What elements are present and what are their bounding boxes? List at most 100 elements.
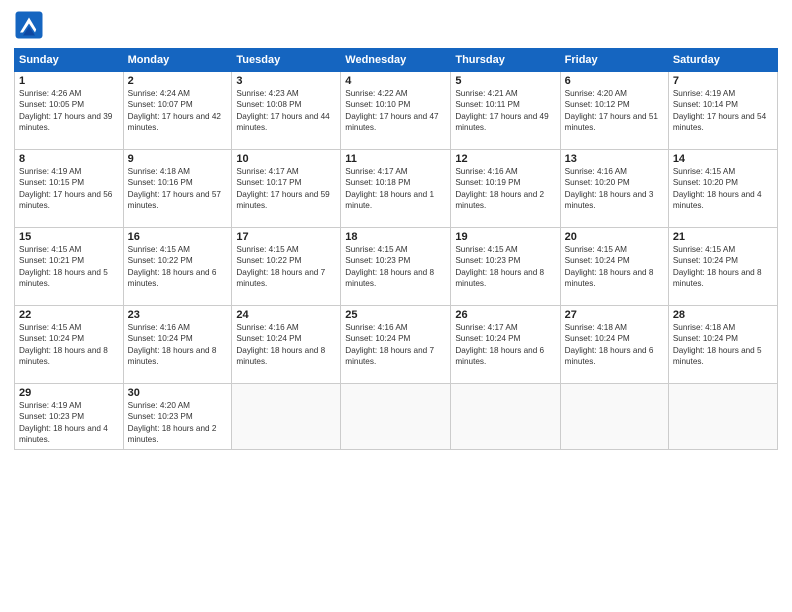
sunrise-label: Sunrise: 4:17 AM xyxy=(345,167,407,176)
sunset-label: Sunset: 10:24 PM xyxy=(236,334,301,343)
logo xyxy=(14,10,48,40)
sunset-label: Sunset: 10:18 PM xyxy=(345,178,410,187)
daylight-label: Daylight: 18 hours and 8 minutes. xyxy=(19,346,108,366)
daylight-label: Daylight: 18 hours and 8 minutes. xyxy=(128,346,217,366)
sunrise-label: Sunrise: 4:15 AM xyxy=(19,245,81,254)
day-number: 4 xyxy=(345,75,446,87)
daylight-label: Daylight: 17 hours and 49 minutes. xyxy=(455,112,548,132)
daylight-label: Daylight: 18 hours and 8 minutes. xyxy=(236,346,325,366)
calendar-cell: 27 Sunrise: 4:18 AM Sunset: 10:24 PM Day… xyxy=(560,306,668,384)
daylight-label: Daylight: 18 hours and 8 minutes. xyxy=(345,268,434,288)
calendar-cell: 22 Sunrise: 4:15 AM Sunset: 10:24 PM Day… xyxy=(15,306,124,384)
daylight-label: Daylight: 18 hours and 8 minutes. xyxy=(565,268,654,288)
calendar-week-row: 22 Sunrise: 4:15 AM Sunset: 10:24 PM Day… xyxy=(15,306,778,384)
daylight-label: Daylight: 18 hours and 2 minutes. xyxy=(455,190,544,210)
calendar-cell xyxy=(668,384,777,450)
calendar-cell: 15 Sunrise: 4:15 AM Sunset: 10:21 PM Day… xyxy=(15,228,124,306)
day-number: 16 xyxy=(128,231,228,243)
day-number: 30 xyxy=(128,387,228,399)
daylight-label: Daylight: 18 hours and 6 minutes. xyxy=(455,346,544,366)
calendar-cell xyxy=(341,384,451,450)
daylight-label: Daylight: 18 hours and 4 minutes. xyxy=(673,190,762,210)
day-info: Sunrise: 4:18 AM Sunset: 10:24 PM Daylig… xyxy=(565,322,664,368)
weekday-header: Thursday xyxy=(451,49,560,72)
calendar-cell: 23 Sunrise: 4:16 AM Sunset: 10:24 PM Day… xyxy=(123,306,232,384)
calendar-cell: 1 Sunrise: 4:26 AM Sunset: 10:05 PM Dayl… xyxy=(15,72,124,150)
calendar-cell xyxy=(451,384,560,450)
calendar-page: SundayMondayTuesdayWednesdayThursdayFrid… xyxy=(0,0,792,612)
daylight-label: Daylight: 18 hours and 4 minutes. xyxy=(19,424,108,444)
calendar-cell: 18 Sunrise: 4:15 AM Sunset: 10:23 PM Day… xyxy=(341,228,451,306)
calendar-table: SundayMondayTuesdayWednesdayThursdayFrid… xyxy=(14,48,778,450)
day-info: Sunrise: 4:19 AM Sunset: 10:15 PM Daylig… xyxy=(19,166,119,212)
calendar-cell: 10 Sunrise: 4:17 AM Sunset: 10:17 PM Day… xyxy=(232,150,341,228)
sunrise-label: Sunrise: 4:18 AM xyxy=(673,323,735,332)
day-number: 1 xyxy=(19,75,119,87)
sunrise-label: Sunrise: 4:19 AM xyxy=(19,401,81,410)
sunset-label: Sunset: 10:22 PM xyxy=(236,256,301,265)
day-info: Sunrise: 4:15 AM Sunset: 10:24 PM Daylig… xyxy=(565,244,664,290)
day-info: Sunrise: 4:16 AM Sunset: 10:24 PM Daylig… xyxy=(345,322,446,368)
daylight-label: Daylight: 17 hours and 56 minutes. xyxy=(19,190,112,210)
calendar-cell: 17 Sunrise: 4:15 AM Sunset: 10:22 PM Day… xyxy=(232,228,341,306)
sunset-label: Sunset: 10:07 PM xyxy=(128,100,193,109)
day-number: 17 xyxy=(236,231,336,243)
weekday-header: Monday xyxy=(123,49,232,72)
sunset-label: Sunset: 10:23 PM xyxy=(345,256,410,265)
sunset-label: Sunset: 10:23 PM xyxy=(19,412,84,421)
day-number: 15 xyxy=(19,231,119,243)
day-number: 14 xyxy=(673,153,773,165)
day-info: Sunrise: 4:17 AM Sunset: 10:24 PM Daylig… xyxy=(455,322,555,368)
sunrise-label: Sunrise: 4:18 AM xyxy=(128,167,190,176)
daylight-label: Daylight: 18 hours and 5 minutes. xyxy=(673,346,762,366)
sunrise-label: Sunrise: 4:23 AM xyxy=(236,89,298,98)
day-number: 3 xyxy=(236,75,336,87)
daylight-label: Daylight: 17 hours and 57 minutes. xyxy=(128,190,221,210)
sunrise-label: Sunrise: 4:16 AM xyxy=(345,323,407,332)
sunrise-label: Sunrise: 4:16 AM xyxy=(128,323,190,332)
sunset-label: Sunset: 10:24 PM xyxy=(673,256,738,265)
day-info: Sunrise: 4:22 AM Sunset: 10:10 PM Daylig… xyxy=(345,88,446,134)
sunrise-label: Sunrise: 4:15 AM xyxy=(565,245,627,254)
sunset-label: Sunset: 10:19 PM xyxy=(455,178,520,187)
calendar-cell: 14 Sunrise: 4:15 AM Sunset: 10:20 PM Day… xyxy=(668,150,777,228)
daylight-label: Daylight: 17 hours and 44 minutes. xyxy=(236,112,329,132)
day-info: Sunrise: 4:23 AM Sunset: 10:08 PM Daylig… xyxy=(236,88,336,134)
sunset-label: Sunset: 10:16 PM xyxy=(128,178,193,187)
sunset-label: Sunset: 10:24 PM xyxy=(19,334,84,343)
day-info: Sunrise: 4:15 AM Sunset: 10:22 PM Daylig… xyxy=(128,244,228,290)
calendar-cell xyxy=(560,384,668,450)
sunset-label: Sunset: 10:12 PM xyxy=(565,100,630,109)
daylight-label: Daylight: 18 hours and 6 minutes. xyxy=(128,268,217,288)
calendar-cell: 29 Sunrise: 4:19 AM Sunset: 10:23 PM Day… xyxy=(15,384,124,450)
day-info: Sunrise: 4:15 AM Sunset: 10:24 PM Daylig… xyxy=(19,322,119,368)
sunrise-label: Sunrise: 4:15 AM xyxy=(128,245,190,254)
calendar-cell: 25 Sunrise: 4:16 AM Sunset: 10:24 PM Day… xyxy=(341,306,451,384)
calendar-cell: 26 Sunrise: 4:17 AM Sunset: 10:24 PM Day… xyxy=(451,306,560,384)
sunset-label: Sunset: 10:24 PM xyxy=(565,334,630,343)
day-info: Sunrise: 4:20 AM Sunset: 10:12 PM Daylig… xyxy=(565,88,664,134)
day-info: Sunrise: 4:16 AM Sunset: 10:24 PM Daylig… xyxy=(128,322,228,368)
day-info: Sunrise: 4:16 AM Sunset: 10:24 PM Daylig… xyxy=(236,322,336,368)
day-number: 11 xyxy=(345,153,446,165)
logo-icon xyxy=(14,10,44,40)
sunset-label: Sunset: 10:24 PM xyxy=(455,334,520,343)
calendar-cell: 13 Sunrise: 4:16 AM Sunset: 10:20 PM Day… xyxy=(560,150,668,228)
calendar-cell: 5 Sunrise: 4:21 AM Sunset: 10:11 PM Dayl… xyxy=(451,72,560,150)
daylight-label: Daylight: 17 hours and 39 minutes. xyxy=(19,112,112,132)
calendar-cell: 9 Sunrise: 4:18 AM Sunset: 10:16 PM Dayl… xyxy=(123,150,232,228)
daylight-label: Daylight: 18 hours and 6 minutes. xyxy=(565,346,654,366)
calendar-week-row: 1 Sunrise: 4:26 AM Sunset: 10:05 PM Dayl… xyxy=(15,72,778,150)
calendar-cell: 6 Sunrise: 4:20 AM Sunset: 10:12 PM Dayl… xyxy=(560,72,668,150)
sunset-label: Sunset: 10:24 PM xyxy=(673,334,738,343)
weekday-header: Saturday xyxy=(668,49,777,72)
day-number: 21 xyxy=(673,231,773,243)
sunrise-label: Sunrise: 4:15 AM xyxy=(19,323,81,332)
sunrise-label: Sunrise: 4:17 AM xyxy=(455,323,517,332)
daylight-label: Daylight: 17 hours and 54 minutes. xyxy=(673,112,766,132)
day-number: 7 xyxy=(673,75,773,87)
calendar-cell: 19 Sunrise: 4:15 AM Sunset: 10:23 PM Day… xyxy=(451,228,560,306)
sunrise-label: Sunrise: 4:15 AM xyxy=(673,167,735,176)
day-number: 18 xyxy=(345,231,446,243)
weekday-header: Wednesday xyxy=(341,49,451,72)
